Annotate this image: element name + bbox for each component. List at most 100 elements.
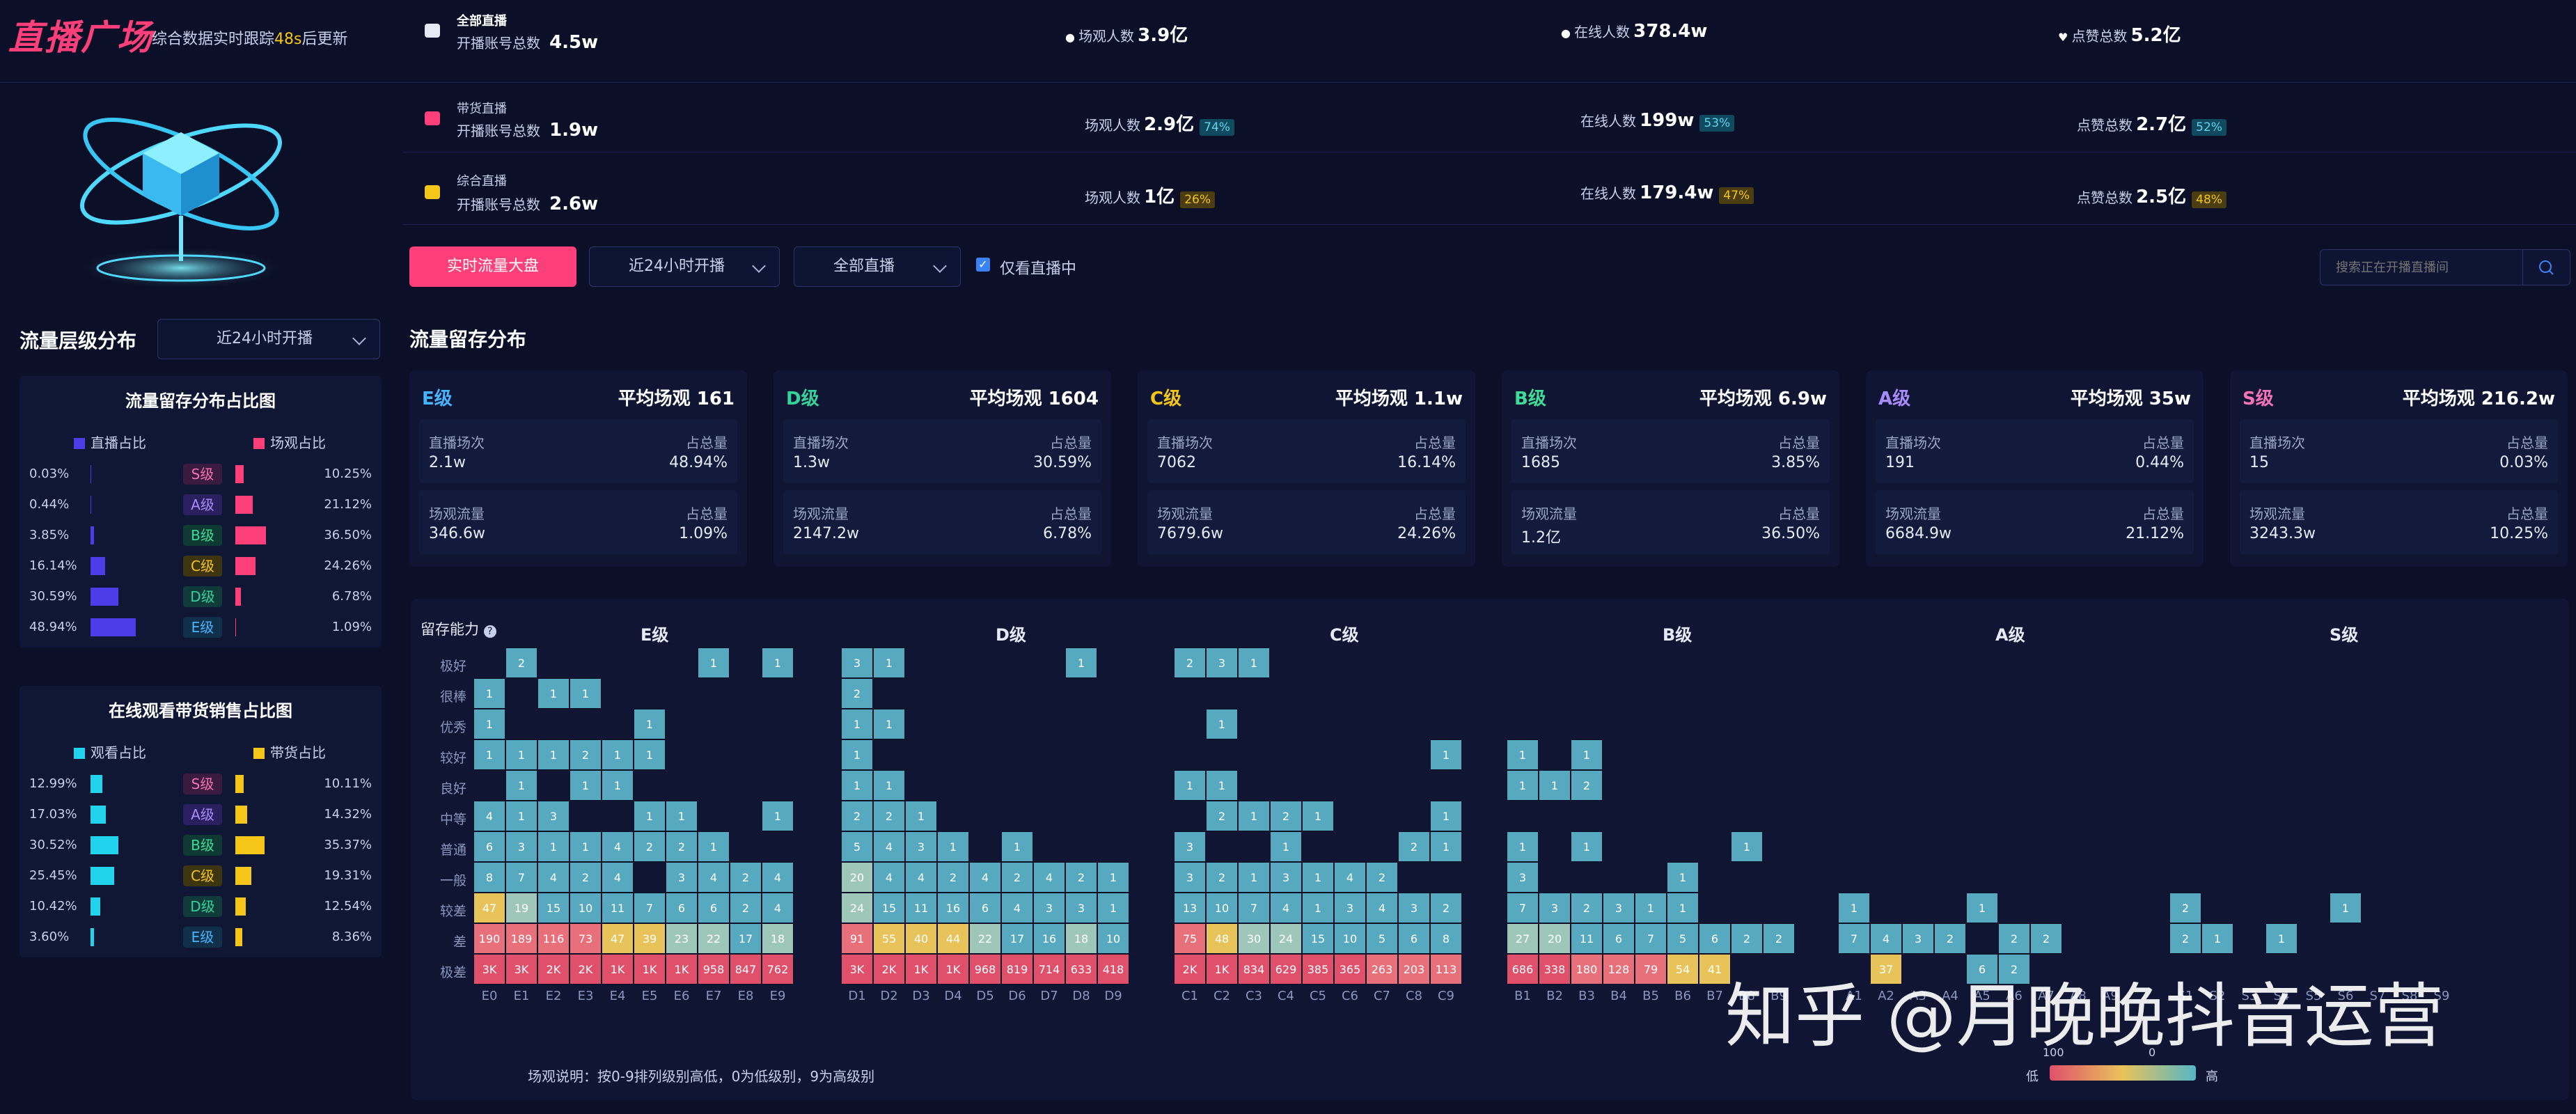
row-name: 综合直播 xyxy=(457,174,507,189)
left-bar xyxy=(91,588,119,606)
share-label: 占总量 xyxy=(2506,505,2548,522)
legend-swatch xyxy=(253,438,265,449)
left-bar xyxy=(91,526,95,544)
share-label: 占总量 xyxy=(2142,434,2184,451)
bar-row: 0.03% S级 10.25% xyxy=(19,460,382,490)
robot-icon xyxy=(425,185,440,199)
accounts-value: 1.9w xyxy=(549,120,599,141)
heatmap-ylabel: 留存能力 ? xyxy=(421,618,496,639)
right-bar xyxy=(235,618,237,636)
left-value: 17.03% xyxy=(29,807,77,822)
viewers: ● 场观人数 3.9亿 xyxy=(1065,21,1188,47)
hero-illustration xyxy=(42,91,320,299)
traffic-label: 场观流量 xyxy=(429,505,485,522)
brand-title: 直播广场 xyxy=(8,17,153,58)
live-type-select[interactable]: 全部直播 xyxy=(794,246,961,287)
right-value: 14.32% xyxy=(324,807,372,822)
level-card: S级 平均场观 216.2w 直播场次 15 占总量 0.03% 场观流量 3243.3w 占总… xyxy=(2230,370,2568,567)
level-card: A级 平均场观 35w 直播场次 191 占总量 0.44% 场观流量 6684.9w 占总量 2… xyxy=(1866,370,2204,567)
accounts: 开播账号总数 4.5w xyxy=(457,32,598,53)
right-bar xyxy=(235,465,244,483)
card-avg: 平均场观 1604 xyxy=(969,389,1099,409)
search-input[interactable] xyxy=(2320,249,2523,285)
online-value: 378.4w xyxy=(1633,21,1708,42)
right-bar xyxy=(235,775,244,793)
main-section-title: 流量留存分布 xyxy=(409,328,527,351)
left-value: 3.60% xyxy=(29,929,70,944)
sessions-share: 48.94% xyxy=(669,454,728,471)
card-level: S级 xyxy=(2243,389,2274,409)
traffic-box: 场观流量 6684.9w 占总量 21.12% xyxy=(1876,490,2194,554)
accounts-value: 2.6w xyxy=(549,194,599,214)
level-tag: A级 xyxy=(183,494,222,515)
help-icon[interactable]: ? xyxy=(483,625,496,638)
viewers: 场观人数 1亿 26% xyxy=(1085,182,1215,208)
chart-title: 流量留存分布占比图 xyxy=(125,391,276,411)
viewers: 场观人数 2.9亿 74% xyxy=(1085,110,1234,136)
right-value: 24.26% xyxy=(324,558,372,573)
likes-label: 点赞总数 xyxy=(2071,28,2128,45)
subtitle-suffix: 后更新 xyxy=(301,31,348,48)
ylabel-text: 留存能力 xyxy=(421,621,479,638)
sessions-label: 直播场次 xyxy=(1157,434,1213,451)
legend-swatch xyxy=(74,748,85,759)
row-name: 全部直播 xyxy=(457,14,507,29)
left-bar xyxy=(91,806,107,824)
brand-bar: 直播广场 综合数据实时跟踪48s后更新 xyxy=(0,0,402,83)
viewers-pct-badge: 74% xyxy=(1200,118,1234,136)
viewers-value: 3.9亿 xyxy=(1138,25,1188,46)
realtime-traffic-button[interactable]: 实时流量大盘 xyxy=(409,246,576,287)
accounts-label: 开播账号总数 xyxy=(457,123,540,139)
share-label: 占总量 xyxy=(1050,434,1092,451)
card-level: A级 xyxy=(1878,389,1911,409)
left-value: 16.14% xyxy=(29,558,77,573)
left-bar xyxy=(91,836,119,854)
viewers-value: 1亿 xyxy=(1144,187,1175,207)
share-label: 占总量 xyxy=(1778,505,1820,522)
sessions-label: 直播场次 xyxy=(429,434,485,451)
card-avg: 平均场观 6.9w xyxy=(1699,389,1827,409)
right-value: 8.36% xyxy=(331,929,372,944)
left-time-select[interactable]: 近24小时开播 xyxy=(157,319,380,359)
level-tag: E级 xyxy=(183,617,222,638)
only-live-label: 仅看直播中 xyxy=(1000,260,1077,278)
countdown: 48s xyxy=(274,31,302,48)
bar-row: 3.60% E级 8.36% xyxy=(19,923,382,953)
right-value: 6.78% xyxy=(331,589,372,604)
card-avg: 平均场观 35w xyxy=(2070,389,2191,409)
legend-label: 带货占比 xyxy=(270,744,326,761)
legend-swatch xyxy=(253,748,265,759)
sessions-label: 直播场次 xyxy=(1521,434,1577,451)
left-value: 3.85% xyxy=(29,528,70,542)
card-level: B级 xyxy=(1514,389,1546,409)
sessions-box: 直播场次 1.3w 占总量 30.59% xyxy=(783,419,1101,483)
traffic-share: 36.50% xyxy=(1761,525,1820,542)
share-label: 占总量 xyxy=(2506,434,2548,451)
card-level: D级 xyxy=(786,389,819,409)
time-range-value: 近24小时开播 xyxy=(629,258,725,275)
traffic-box: 场观流量 7679.6w 占总量 24.26% xyxy=(1147,490,1466,554)
search-button[interactable] xyxy=(2523,249,2570,285)
sessions-box: 直播场次 15 占总量 0.03% xyxy=(2240,419,2558,483)
card-level: E级 xyxy=(422,389,453,409)
left-bar xyxy=(91,618,136,636)
right-bar xyxy=(235,496,253,514)
share-label: 占总量 xyxy=(1050,505,1092,522)
summary-area: 全部直播 开播账号总数 4.5w ● 场观人数 3.9亿 ● 在线人数 378.… xyxy=(402,0,2576,230)
summary-row-general: 综合直播 开播账号总数 2.6w 场观人数 1亿 26% 在线人数 179.4w 4… xyxy=(402,155,2576,225)
traffic-label: 场观流量 xyxy=(793,505,849,522)
share-label: 占总量 xyxy=(1414,434,1456,451)
share-label: 占总量 xyxy=(686,434,728,451)
traffic-box: 场观流量 346.6w 占总量 1.09% xyxy=(419,490,737,554)
left-value: 12.99% xyxy=(29,776,77,791)
legend-label: 观看占比 xyxy=(91,744,146,761)
live-type-value: 全部直播 xyxy=(833,258,895,275)
level-tag: B级 xyxy=(183,835,222,856)
left-value: 30.59% xyxy=(29,589,77,604)
heart-icon: ♥ xyxy=(2058,31,2068,44)
sessions-share: 3.85% xyxy=(1771,454,1820,471)
traffic-value: 1.2亿 xyxy=(1521,529,1561,547)
time-range-select[interactable]: 近24小时开播 xyxy=(589,246,780,287)
cart-icon xyxy=(425,111,440,125)
only-live-checkbox[interactable]: ✓ xyxy=(976,258,990,272)
